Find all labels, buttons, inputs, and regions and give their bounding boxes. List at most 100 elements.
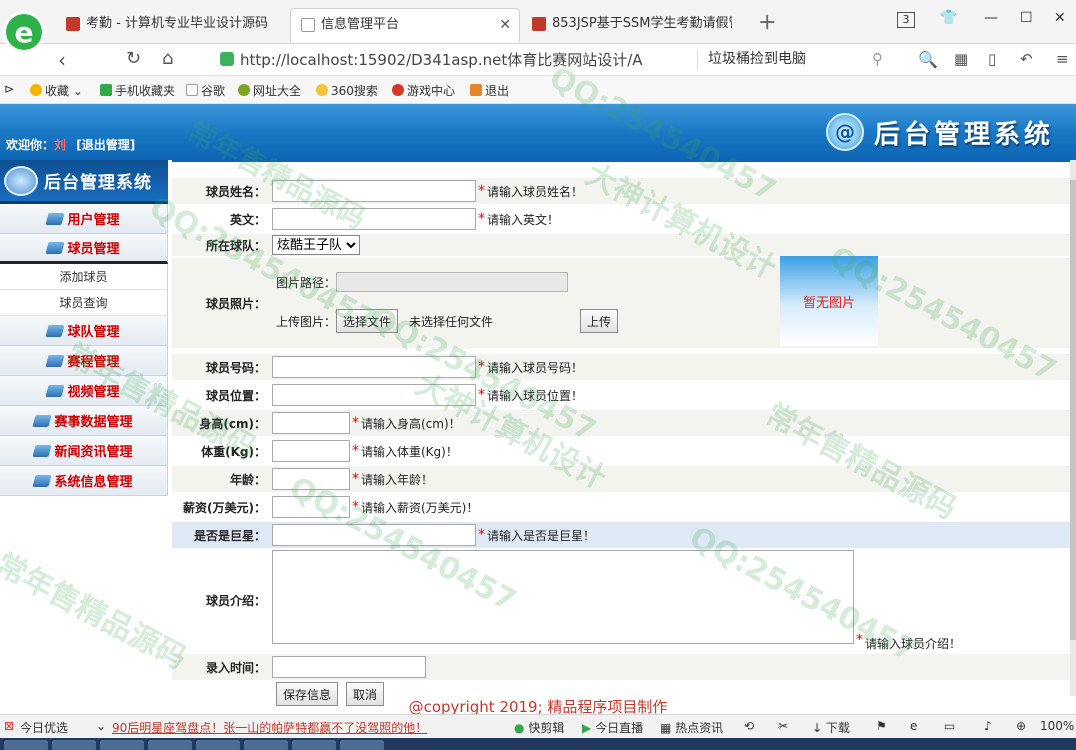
search-icon[interactable]: ⚲: [872, 50, 883, 68]
logout-link[interactable]: [退出管理]: [76, 138, 135, 152]
choose-file-button[interactable]: 选择文件: [336, 309, 399, 333]
app-header: 欢迎你：刘 [退出管理] @ 后台管理系统: [0, 104, 1076, 160]
phone-icon[interactable]: ▯: [988, 50, 996, 68]
bookmark-mobile[interactable]: 手机收藏夹: [100, 82, 175, 99]
label-image-path: 图片路径：: [276, 276, 337, 290]
entry-time-input[interactable]: [272, 656, 426, 678]
tab-count-badge[interactable]: 3: [897, 12, 915, 28]
close-window-icon[interactable]: ✕: [1054, 10, 1066, 26]
news-chevron-icon: ⌄: [96, 719, 107, 733]
menu-match-data-management[interactable]: 赛事数据管理: [0, 406, 168, 436]
maximize-icon[interactable]: ☐: [1020, 10, 1033, 26]
menu-video-management[interactable]: 视频管理: [0, 376, 168, 406]
status-hot-news[interactable]: ▦ 热点资讯: [660, 719, 723, 736]
submenu-player-query[interactable]: 球员查询: [0, 290, 168, 316]
label-entry-time: 录入时间：: [205, 660, 266, 675]
reload-icon[interactable]: ↻: [126, 48, 141, 69]
image-path-input: [336, 272, 568, 292]
today-picks[interactable]: 今日优选: [20, 719, 68, 736]
age-input[interactable]: [272, 468, 350, 490]
back-icon[interactable]: ‹: [58, 48, 66, 72]
menu-arrow-icon: [45, 384, 66, 397]
tab-ssm-attendance[interactable]: 853JSP基于SSM学生考勤请假管: [522, 8, 732, 42]
tab-info-platform[interactable]: 信息管理平台 ✕: [290, 8, 520, 42]
undo-icon[interactable]: ↶: [1020, 50, 1033, 68]
bookmark-exit[interactable]: 退出: [470, 82, 509, 99]
system-title: 后台管理系统: [873, 119, 1054, 150]
sidebar-toggle-icon[interactable]: ⊳: [4, 82, 14, 96]
taskbar-item[interactable]: [148, 740, 192, 750]
window-icon[interactable]: ▭: [944, 719, 955, 733]
os-taskbar: [0, 738, 1076, 750]
player-name-input[interactable]: [272, 180, 476, 202]
brand: @ 后台管理系统: [825, 112, 1054, 152]
hint-weight: 请输入体重(Kg)！: [361, 444, 458, 459]
bookmark-google[interactable]: 谷歌: [186, 82, 225, 99]
team-select[interactable]: 炫酷王子队: [272, 235, 360, 255]
menu-user-management[interactable]: 用户管理: [0, 204, 168, 234]
row-intro: 球员介绍： * 请输入球员介绍！: [172, 550, 1070, 651]
player-number-input[interactable]: [272, 356, 476, 378]
menu-system-info-management[interactable]: 系统信息管理: [0, 466, 168, 496]
label-team: 所在球队：: [205, 238, 266, 253]
menu-arrow-icon: [32, 414, 53, 427]
close-tab-icon[interactable]: ✕: [499, 9, 511, 41]
player-position-input[interactable]: [272, 384, 476, 406]
upload-button[interactable]: 上传: [580, 309, 619, 333]
username: 刘: [54, 138, 67, 152]
status-download[interactable]: ↓ 下载: [812, 719, 850, 736]
menu-arrow-icon: [45, 212, 66, 225]
player-intro-textarea[interactable]: [272, 550, 854, 644]
ie-icon[interactable]: e: [910, 719, 917, 733]
scrollbar[interactable]: [1070, 160, 1076, 696]
bookmark-games[interactable]: 游戏中心: [392, 82, 455, 99]
menu-player-management[interactable]: 球员管理: [0, 234, 168, 264]
taskbar-item[interactable]: [4, 740, 48, 750]
hint-salary: 请输入薪资(万美元)！: [361, 500, 479, 515]
news-link[interactable]: 90后明星座驾盘点！张一山的帕萨特都赢不了没驾照的他！: [112, 719, 427, 736]
taskbar-item[interactable]: [340, 740, 384, 750]
english-input[interactable]: [272, 208, 476, 230]
home-icon[interactable]: ⌂: [162, 48, 173, 69]
height-input[interactable]: [272, 412, 350, 434]
divider: [697, 50, 698, 70]
submenu-add-player[interactable]: 添加球员: [0, 264, 168, 290]
flag-icon[interactable]: ⚑: [876, 719, 887, 733]
skin-icon[interactable]: 👕: [940, 10, 957, 26]
menu-arrow-icon: [45, 354, 66, 367]
minimize-icon[interactable]: —: [984, 10, 998, 26]
menu-team-management[interactable]: 球队管理: [0, 316, 168, 346]
taskbar-item[interactable]: [196, 740, 240, 750]
grid-icon: ▦: [660, 721, 672, 735]
zoom-icon[interactable]: ⊕: [1016, 719, 1026, 733]
label-photo: 球员照片：: [205, 296, 266, 311]
menu-news-management[interactable]: 新闻资讯管理: [0, 436, 168, 466]
superstar-input[interactable]: [272, 524, 476, 546]
search-input[interactable]: 垃圾桶捡到电脑: [708, 48, 806, 68]
bookmark-hao[interactable]: 网址大全: [238, 82, 301, 99]
bookmark-360[interactable]: 360搜索: [316, 82, 378, 99]
tab-kaoqin[interactable]: 考勤 - 计算机专业毕业设计源码: [56, 8, 286, 42]
taskbar-item[interactable]: [100, 740, 144, 750]
menu-schedule-management[interactable]: 赛程管理: [0, 346, 168, 376]
taskbar-item[interactable]: [52, 740, 96, 750]
menu-icon[interactable]: ≡: [1056, 50, 1069, 68]
weight-input[interactable]: [272, 440, 350, 462]
status-live[interactable]: ▶ 今日直播: [582, 719, 643, 736]
new-tab-icon[interactable]: +: [758, 10, 776, 35]
bookmark-favorites[interactable]: 收藏 ⌄: [30, 82, 83, 99]
tools-icon[interactable]: ✂: [778, 719, 788, 733]
history-icon[interactable]: ⟲: [744, 719, 754, 733]
scrollbar-thumb[interactable]: [1070, 180, 1076, 640]
required-mark: *: [478, 359, 485, 375]
url-input[interactable]: http://localhost:15902/D341asp.net体育比赛网站…: [218, 47, 698, 73]
sidebar: 后台管理系统 用户管理 球员管理 添加球员 球员查询 球队管理 赛程管理 视频管…: [0, 160, 168, 506]
taskbar-item[interactable]: [292, 740, 336, 750]
zoom-level[interactable]: 100%: [1040, 719, 1074, 733]
taskbar-item[interactable]: [244, 740, 288, 750]
volume-icon[interactable]: ♪: [984, 719, 992, 733]
apps-icon[interactable]: ▦: [954, 50, 968, 68]
magnifier-icon[interactable]: 🔍: [918, 50, 938, 69]
status-quick-clip[interactable]: ● 快剪辑: [514, 719, 564, 736]
salary-input[interactable]: [272, 496, 350, 518]
